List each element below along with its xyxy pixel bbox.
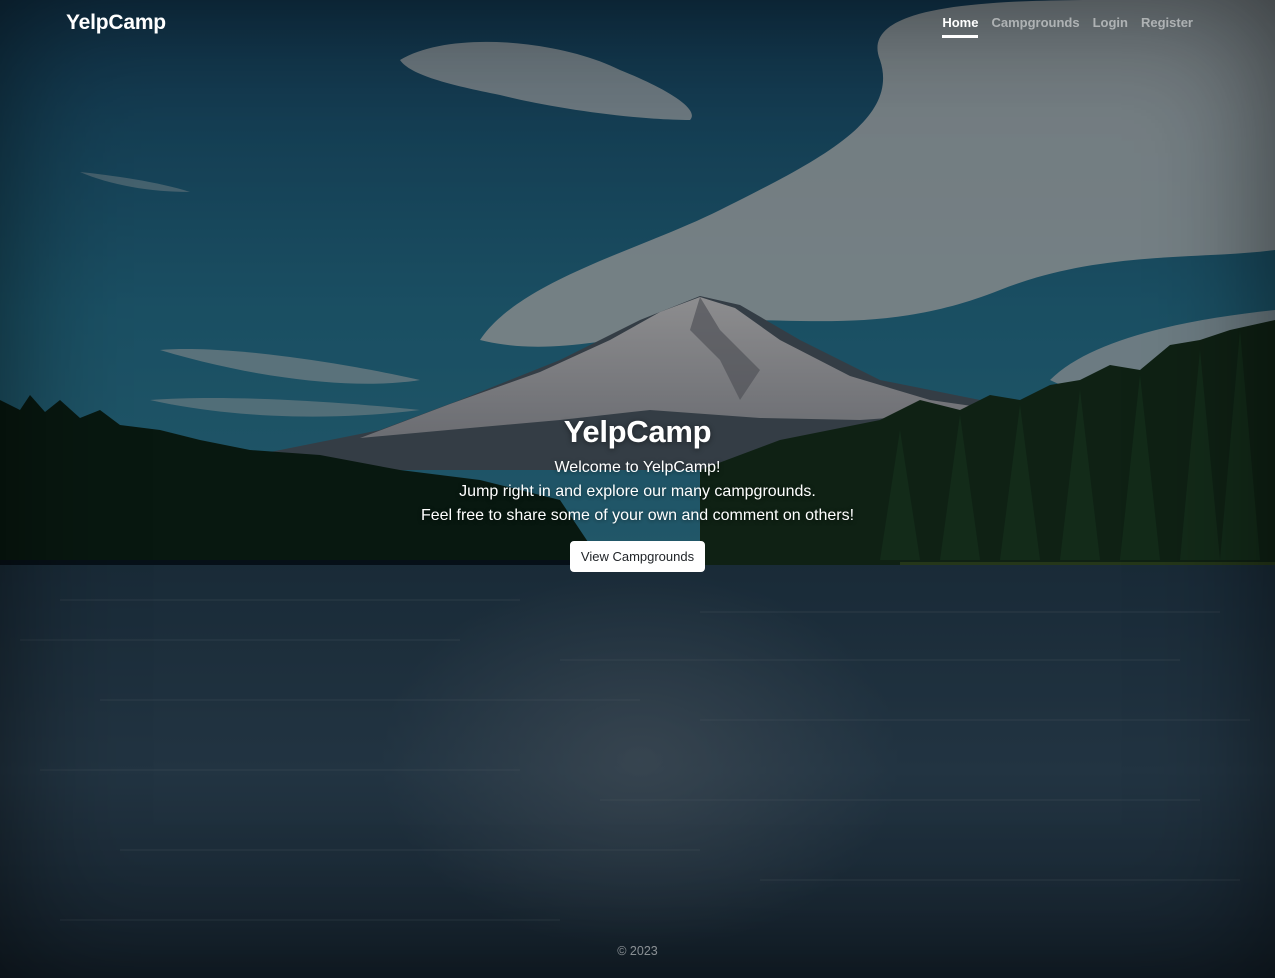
hero-section: YelpCamp Welcome to YelpCamp! Jump right… (0, 412, 1275, 572)
nav-links: Home Campgrounds Login Register (942, 9, 1193, 38)
footer-copyright: © 2023 (617, 944, 658, 958)
nav-link-campgrounds[interactable]: Campgrounds (991, 13, 1079, 38)
nav-link-home[interactable]: Home (942, 13, 979, 38)
hero-welcome-text: Welcome to YelpCamp! (554, 459, 721, 476)
navbar: YelpCamp Home Campgrounds Login Register (0, 0, 1275, 46)
hero-title: YelpCamp (563, 414, 712, 449)
hero-share-text: Feel free to share some of your own and … (420, 507, 855, 524)
nav-link-login[interactable]: Login (1093, 13, 1128, 38)
view-campgrounds-button[interactable]: View Campgrounds (569, 541, 706, 572)
nav-link-register[interactable]: Register (1141, 13, 1193, 38)
hero-explore-text: Jump right in and explore our many campg… (459, 483, 816, 500)
brand-logo[interactable]: YelpCamp (66, 11, 166, 35)
